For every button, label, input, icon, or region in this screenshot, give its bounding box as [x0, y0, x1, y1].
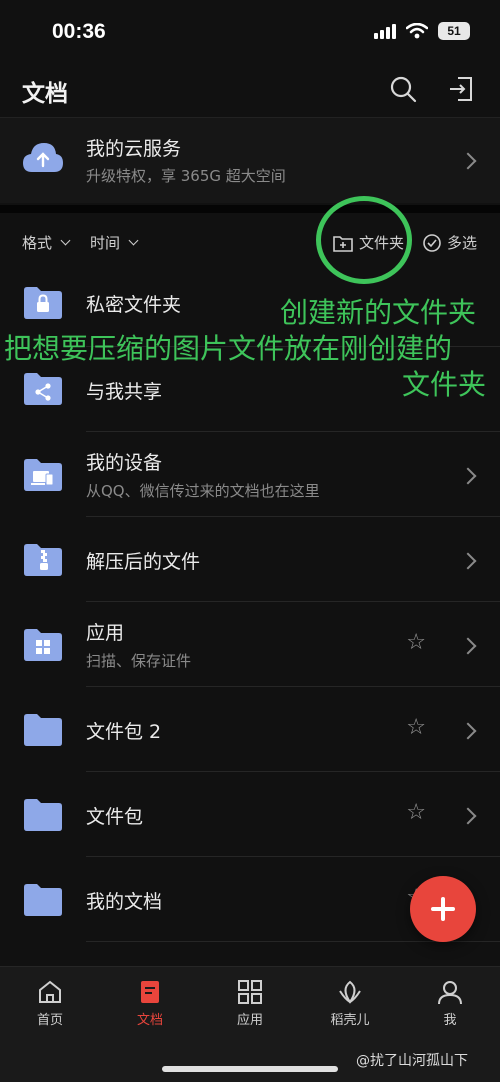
- format-filter[interactable]: 格式: [22, 232, 71, 253]
- folder-subtitle: 从QQ、微信传过来的文档也在这里: [86, 482, 320, 500]
- folder-row-apps[interactable]: 应用 扫描、保存证件 ☆: [0, 602, 500, 687]
- section-divider: [0, 205, 500, 213]
- time-sort-label: 时间: [90, 234, 121, 252]
- chevron-right-icon: [459, 807, 477, 825]
- person-icon: [438, 981, 462, 1005]
- folder-title: 与我共享: [86, 381, 163, 403]
- check-circle-icon: [423, 233, 441, 252]
- app-header: 文档: [0, 64, 500, 116]
- chevron-right-icon: [459, 552, 477, 570]
- folder-title: 应用: [86, 622, 125, 644]
- wifi-icon: [406, 23, 428, 39]
- page-title: 文档: [22, 81, 68, 107]
- time-sort[interactable]: 时间: [90, 232, 139, 253]
- nav-item-documents[interactable]: 文档: [110, 979, 190, 1028]
- folder-subtitle: 扫描、保存证件: [86, 652, 192, 670]
- folder-row-devices[interactable]: 我的设备 从QQ、微信传过来的文档也在这里: [0, 432, 500, 517]
- chevron-down-icon: [60, 235, 71, 246]
- status-icons: 51: [374, 22, 470, 40]
- folder-row-package[interactable]: 文件包 ☆: [0, 772, 500, 857]
- nav-item-me[interactable]: 我: [410, 979, 490, 1028]
- annotation-line-3: 文件夹: [402, 368, 487, 401]
- leaf-icon: [339, 980, 361, 1004]
- watermark: @扰了山河孤山下: [356, 1053, 468, 1069]
- device-folder-icon: [24, 459, 62, 491]
- grid-icon: [238, 980, 262, 1004]
- chevron-down-icon: [128, 235, 139, 246]
- apps-folder-icon: [24, 629, 62, 661]
- zip-folder-icon: [24, 544, 62, 576]
- annotation-highlight-circle: [316, 196, 412, 284]
- cloud-upload-icon: [23, 143, 63, 172]
- nav-label: 文档: [136, 1013, 163, 1028]
- exit-icon[interactable]: [446, 74, 476, 104]
- multi-select-label: 多选: [447, 234, 478, 252]
- cloud-service-subtitle: 升级特权，享 365G 超大空间: [86, 167, 286, 185]
- battery-icon: 51: [438, 22, 470, 40]
- nav-label: 首页: [36, 1013, 63, 1028]
- chevron-right-icon: [459, 467, 477, 485]
- nav-label: 稻壳儿: [330, 1013, 370, 1028]
- home-indicator: [162, 1066, 338, 1072]
- nav-label: 应用: [236, 1013, 263, 1028]
- cloud-service-card[interactable]: 我的云服务 升级特权，享 365G 超大空间: [0, 117, 500, 203]
- document-icon: [141, 981, 159, 1003]
- nav-item-home[interactable]: 首页: [10, 979, 90, 1028]
- format-filter-label: 格式: [22, 234, 53, 252]
- multi-select-button[interactable]: 多选: [423, 232, 477, 253]
- folder-icon: [24, 714, 62, 746]
- search-icon[interactable]: [388, 74, 418, 104]
- status-bar: 00:36 51: [0, 0, 500, 64]
- folder-title: 私密文件夹: [86, 294, 182, 316]
- star-icon[interactable]: ☆: [406, 630, 426, 655]
- folder-title: 文件包 2: [86, 721, 162, 743]
- annotation-line-1: 创建新的文件夹: [280, 296, 477, 329]
- annotation-line-2: 把想要压缩的图片文件放在刚创建的: [4, 332, 453, 365]
- nav-label: 我: [443, 1013, 457, 1028]
- cellular-signal-icon: [374, 23, 396, 39]
- folder-icon: [24, 884, 62, 916]
- status-time: 00:36: [52, 20, 106, 43]
- folder-row-extracted[interactable]: 解压后的文件: [0, 517, 500, 602]
- star-icon[interactable]: ☆: [406, 800, 426, 825]
- chevron-right-icon: [459, 152, 477, 170]
- folder-title: 我的设备: [86, 452, 163, 474]
- folder-title: 我的文档: [86, 891, 163, 913]
- folder-icon: [24, 799, 62, 831]
- chevron-right-icon: [459, 637, 477, 655]
- nav-item-apps[interactable]: 应用: [210, 979, 290, 1028]
- file-toolbar: 格式 时间 文件夹 多选: [0, 216, 500, 268]
- lock-folder-icon: [24, 287, 62, 319]
- chevron-right-icon: [459, 722, 477, 740]
- home-icon: [39, 980, 61, 1003]
- share-folder-icon: [24, 373, 62, 405]
- folder-title: 解压后的文件: [86, 551, 201, 573]
- folder-title: 文件包: [86, 806, 144, 828]
- cloud-service-title: 我的云服务: [86, 138, 182, 160]
- star-icon[interactable]: ☆: [406, 715, 426, 740]
- nav-item-docer[interactable]: 稻壳儿: [310, 979, 390, 1028]
- add-fab-button[interactable]: [410, 876, 476, 942]
- folder-row-package-2[interactable]: 文件包 2 ☆: [0, 687, 500, 772]
